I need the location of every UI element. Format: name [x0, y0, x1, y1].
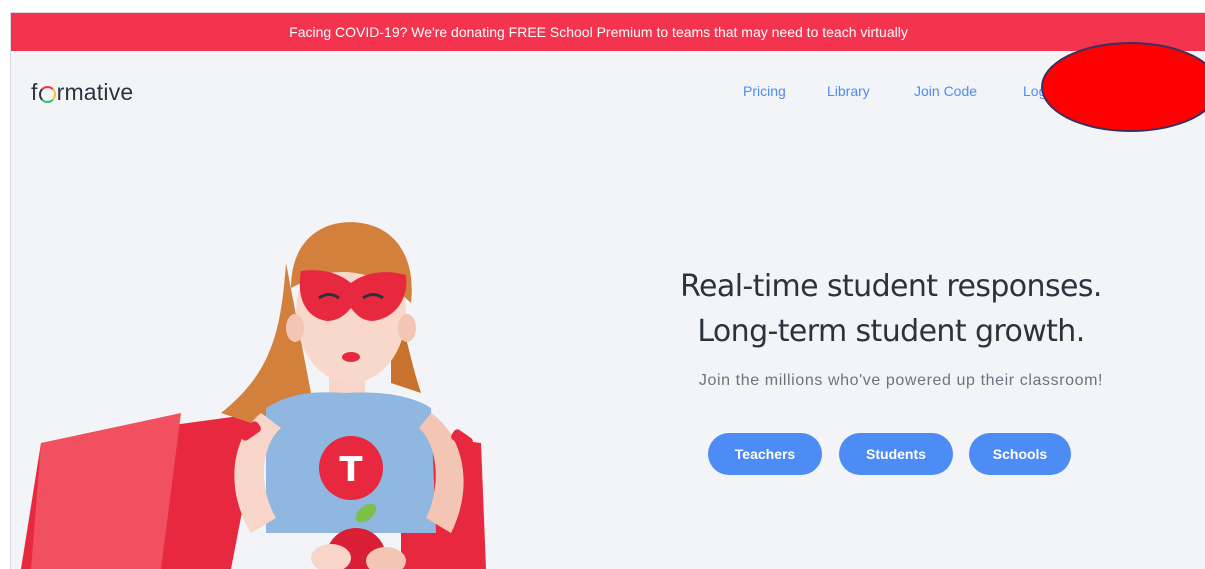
cape-left	[31, 413, 181, 569]
hero-subtitle: Join the millions who've powered up thei…	[698, 372, 1104, 389]
nav-pricing-link[interactable]: Pricing	[743, 83, 786, 99]
hero-title-line-2: Long-term student growth.	[697, 314, 1085, 349]
nav-join-code-link[interactable]: Join Code	[914, 83, 977, 99]
superhero-teacher-illustration: T	[21, 222, 486, 569]
lips	[342, 352, 360, 362]
right-ear	[398, 314, 416, 342]
redaction-marker	[1041, 42, 1205, 132]
teachers-button[interactable]: Teachers	[708, 433, 822, 475]
left-ear	[286, 314, 304, 342]
nav-library-link[interactable]: Library	[827, 83, 870, 99]
students-button[interactable]: Students	[839, 433, 953, 475]
page-frame: Facing COVID-19? We're donating FREE Sch…	[10, 12, 1205, 569]
schools-button[interactable]: Schools	[969, 433, 1071, 475]
badge-letter: T	[339, 450, 363, 490]
hero-title-line-1: Real-time student responses.	[680, 269, 1102, 304]
